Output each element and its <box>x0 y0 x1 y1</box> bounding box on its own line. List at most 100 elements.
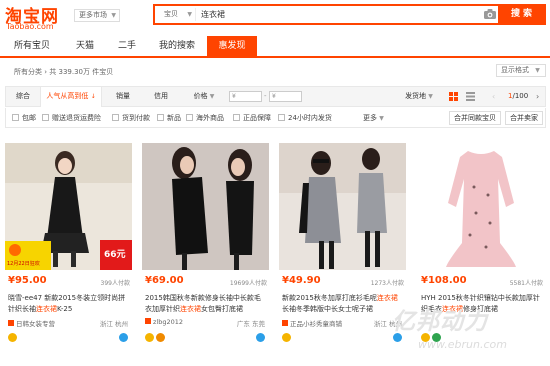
price-range-dash: - <box>264 92 267 100</box>
sort-price-label: 价格 <box>193 92 208 100</box>
checkbox-icon <box>157 114 164 121</box>
result-count: 所有分类 › 共 339.30万 件宝贝 <box>14 67 113 77</box>
location: 浙江 杭州 <box>99 320 128 328</box>
checkbox-icon <box>112 114 119 121</box>
taobao-logo-en: Taobao.com <box>6 22 54 31</box>
filter-more[interactable]: 更多 ▼ <box>363 113 384 123</box>
wangwang-chat-icon[interactable] <box>256 333 265 342</box>
tab-all-items[interactable]: 所有宝贝 <box>8 36 56 56</box>
sort-price[interactable]: 价格 ▼ <box>186 87 222 106</box>
filter-label: 新品 <box>167 114 181 122</box>
crown-badge-icon <box>282 333 291 342</box>
more-markets-dropdown[interactable]: 更多市场 ▼ <box>74 9 120 22</box>
chevron-down-icon: ▼ <box>379 115 384 122</box>
checkbox-icon <box>42 114 49 121</box>
ship-from-dropdown[interactable]: 发货地 ▼ <box>398 87 440 106</box>
tab-my-search[interactable]: 我的搜索 <box>152 36 202 56</box>
product-title[interactable]: 2015韩国秋冬新款修身长袖中长款毛衣加厚针织连衣裙女包臀打底裙 <box>145 293 267 315</box>
filter-label: 包邮 <box>22 114 36 122</box>
title-text: K-25 <box>57 305 73 313</box>
filter-label: 货到付款 <box>122 114 150 122</box>
title-keyword: 连衣裙 <box>376 294 398 302</box>
product-price: ¥108.00 <box>421 275 467 286</box>
price-max-input[interactable]: ¥ <box>269 91 302 102</box>
location: 广东 东莞 <box>236 320 265 328</box>
search-input[interactable] <box>201 8 461 21</box>
badges <box>145 333 167 343</box>
badges <box>8 333 19 343</box>
price-value: 108.00 <box>427 275 467 286</box>
sort-bar: 综合 人气从高到低 ↓ 销量 信用 价格 ▼ ¥ - ¥ 发货地 ▼ ‹ 1/1… <box>5 86 546 107</box>
merge-items-button[interactable]: 合并同款宝贝 <box>449 111 501 125</box>
checkbox-icon <box>278 114 285 121</box>
wangwang-chat-icon[interactable] <box>119 333 128 342</box>
filter-genuine[interactable]: 正品保障 <box>233 113 271 123</box>
sort-sales[interactable]: 销量 <box>110 87 136 106</box>
promo-date-text: 12月22日狂欢 <box>7 261 40 267</box>
sort-default[interactable]: 综合 <box>10 87 36 106</box>
product-price: ¥69.00 <box>145 275 184 286</box>
product-price: ¥95.00 <box>8 275 47 286</box>
filter-return-insurance[interactable]: 赠送退货运费险 <box>42 113 101 123</box>
badges <box>282 333 293 343</box>
title-text: 女包臀打底裙 <box>201 305 243 313</box>
product-card[interactable]: ¥69.00 19699人付款 2015韩国秋冬新款修身长袖中长款毛衣加厚针织连… <box>142 143 269 366</box>
checkbox-icon <box>12 114 19 121</box>
promo-price-text: 66元 <box>104 250 126 260</box>
filter-new-items[interactable]: 新品 <box>157 113 181 123</box>
more-markets-label: 更多市场 <box>79 11 107 19</box>
sort-credit[interactable]: 信用 <box>148 87 174 106</box>
chevron-down-icon: ▼ <box>428 93 433 100</box>
next-page-icon[interactable]: › <box>536 87 539 106</box>
paid-count: 5581人付款 <box>509 280 543 287</box>
product-price: ¥49.90 <box>282 275 321 286</box>
grid-view-icon[interactable] <box>449 92 458 101</box>
paid-count: 19699人付款 <box>229 280 267 287</box>
filter-free-shipping[interactable]: 包邮 <box>12 113 36 123</box>
camera-icon[interactable] <box>483 8 497 20</box>
product-title[interactable]: 晓雪-ee47 新款2015冬装立领时尚拼针织长袖连衣裙K-25 <box>8 293 130 315</box>
chevron-down-icon: ▼ <box>187 11 192 18</box>
product-image[interactable] <box>418 143 545 270</box>
filter-row: 包邮 赠送退货运费险 货到付款 新品 海外商品 正品保障 24小时内发货 更多 … <box>5 108 546 128</box>
ship-from-label: 发货地 <box>405 92 427 100</box>
list-view-icon[interactable] <box>466 92 475 101</box>
page-indicator: 1/100 <box>508 87 528 106</box>
search-box: 宝贝 ▼ <box>153 4 500 25</box>
product-title[interactable]: 新款2015秋冬加厚打底衫毛呢连衣裙长袖冬季韩版中长女士呢子裙 <box>282 293 404 315</box>
filter-ship-24h[interactable]: 24小时内发货 <box>278 113 332 123</box>
tab-hui-discover[interactable]: 惠发现 <box>207 36 257 56</box>
watermark: 亿邦动力 <box>392 309 488 335</box>
product-image[interactable] <box>279 143 406 270</box>
product-image[interactable] <box>142 143 269 270</box>
sort-popularity[interactable]: 人气从高到低 ↓ <box>40 87 102 107</box>
gold-seller-badge-icon <box>156 333 165 342</box>
tab-secondhand[interactable]: 二手 <box>112 36 142 56</box>
shop-link[interactable]: 正品小衫秀童商铺 <box>282 318 342 328</box>
display-format-dropdown[interactable]: 显示格式 ▼ <box>496 64 546 77</box>
title-text: 新款2015秋冬加厚打底衫毛呢 <box>282 294 377 302</box>
shop-link[interactable]: 日韩女装专营 <box>8 318 55 328</box>
price-min-input[interactable]: ¥ <box>229 91 262 102</box>
tab-tmall[interactable]: 天猫 <box>68 36 102 56</box>
shop-link[interactable]: zlbg2012 <box>145 318 183 326</box>
shop-icon <box>145 318 151 324</box>
watermark-url: www.ebrun.com <box>418 338 507 351</box>
chevron-down-icon: ▼ <box>535 67 540 74</box>
arrow-down-icon: ↓ <box>90 93 96 100</box>
filter-more-label: 更多 <box>363 114 377 122</box>
product-card[interactable]: ¥49.90 1273人付款 新款2015秋冬加厚打底衫毛呢连衣裙长袖冬季韩版中… <box>279 143 406 366</box>
search-scope-select[interactable]: 宝贝 ▼ <box>158 8 196 21</box>
shop-icon <box>8 320 14 326</box>
filter-overseas[interactable]: 海外商品 <box>186 113 224 123</box>
category-link[interactable]: 所有分类 <box>14 68 42 76</box>
filter-label: 赠送退货运费险 <box>52 114 101 122</box>
prev-page-icon[interactable]: ‹ <box>492 87 495 106</box>
shop-name: 正品小衫秀童商铺 <box>290 320 342 328</box>
product-card[interactable]: 12月22日狂欢 66元 ¥95.00 399人付款 晓雪-ee47 新款201… <box>5 143 132 366</box>
price-value: 95.00 <box>14 275 47 286</box>
filter-cod[interactable]: 货到付款 <box>112 113 150 123</box>
search-button[interactable]: 搜索 <box>500 4 546 25</box>
merge-sellers-button[interactable]: 合并卖家 <box>505 111 543 125</box>
filter-label: 正品保障 <box>243 114 271 122</box>
